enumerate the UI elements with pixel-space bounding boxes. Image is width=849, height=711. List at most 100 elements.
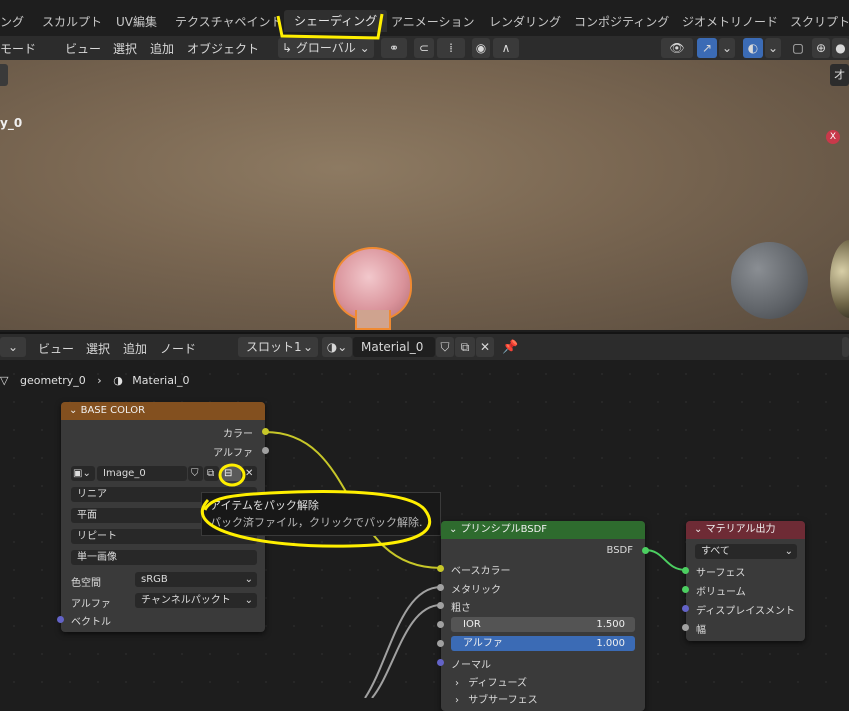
- input-normal-label: ノーマル: [451, 660, 491, 671]
- unlink-x-icon[interactable]: ✕: [242, 466, 257, 481]
- chevron-right-icon: ›: [455, 695, 459, 706]
- colorspace-dropdown[interactable]: sRGB ⌄: [135, 572, 257, 587]
- node-menu-node[interactable]: ノード: [160, 340, 196, 357]
- output-bsdf-label: BSDF: [606, 545, 633, 556]
- visibility-icon[interactable]: 👁: [661, 38, 693, 58]
- tab-rendering[interactable]: レンダリング: [489, 11, 561, 33]
- lookdev-sphere-diffuse: [731, 242, 808, 319]
- axis-x-gizmo[interactable]: X: [826, 130, 840, 144]
- tab-sculpt[interactable]: スカルプト: [42, 11, 102, 33]
- node-menu-add[interactable]: 追加: [123, 340, 147, 357]
- slot-label: スロット1: [246, 340, 302, 354]
- node-title: プリンシプルBSDF: [460, 524, 548, 535]
- alpha-mode-value: チャンネルパックト: [141, 595, 231, 606]
- fake-user-shield-icon[interactable]: ⛉: [188, 466, 203, 481]
- falloff-icon[interactable]: ∧: [493, 38, 519, 58]
- ior-slider[interactable]: IOR 1.500: [451, 617, 635, 632]
- tab-compositing[interactable]: コンポジティング: [574, 11, 669, 33]
- source-dropdown[interactable]: 単一画像: [71, 550, 257, 565]
- transform-orientation-dropdown[interactable]: ↳ グローバル ⌄: [278, 38, 374, 58]
- snap-target-icon[interactable]: ⁞: [437, 38, 465, 58]
- panel-subsurface[interactable]: › サブサーフェス: [455, 691, 538, 706]
- node-menu-view[interactable]: ビュー: [38, 340, 74, 357]
- menu-object[interactable]: オブジェクト: [187, 40, 259, 57]
- unpack-tooltip: アイテムをパック解除 パック済ファイル，クリックでパック解除.: [201, 492, 441, 536]
- duplicate-image-icon[interactable]: ⧉: [204, 466, 219, 481]
- node-editor-canvas[interactable]: ▽ geometry_0 › ◑ Material_0 ⌄ BASE COLOR…: [0, 360, 849, 711]
- input-normal-socket[interactable]: [437, 659, 444, 666]
- proportional-edit-icon[interactable]: ◉: [472, 38, 490, 58]
- image-browse-icon[interactable]: ▣⌄: [71, 466, 95, 481]
- menu-view[interactable]: ビュー: [65, 40, 101, 57]
- principled-bsdf-node[interactable]: ⌄ プリンシプルBSDF BSDF ベースカラー メタリック 粗さ IOR 1.…: [437, 521, 649, 711]
- input-basecolor-socket[interactable]: [437, 565, 444, 572]
- overlay-chevron-icon[interactable]: ⌄: [765, 38, 781, 58]
- alpha-slider[interactable]: アルファ 1.000: [451, 636, 635, 651]
- toolbar-toggle[interactable]: [0, 64, 8, 86]
- panel-diffuse[interactable]: › ディフューズ: [455, 674, 527, 689]
- input-volume-label: ボリューム: [696, 587, 746, 598]
- input-metallic-socket[interactable]: [437, 584, 444, 591]
- input-displacement-socket[interactable]: [682, 605, 689, 612]
- node-header: ⌄ プリンシプルBSDF: [441, 521, 645, 539]
- chevron-down-icon: ⌄: [244, 574, 253, 585]
- tab-shading[interactable]: シェーディング: [284, 10, 388, 32]
- unpack-item-icon[interactable]: ⊟: [221, 466, 241, 481]
- pin-icon[interactable]: 📌: [502, 340, 518, 355]
- tooltip-title: アイテムをパック解除: [210, 499, 319, 512]
- input-width-socket[interactable]: [682, 624, 689, 631]
- chevron-right-icon: ›: [455, 678, 459, 689]
- editor-type-dropdown[interactable]: ⌄: [0, 337, 26, 357]
- duplicate-material-icon[interactable]: ⧉: [455, 337, 475, 357]
- ior-value: 1.500: [596, 619, 625, 630]
- slot-dropdown[interactable]: スロット1 ⌄: [238, 337, 318, 357]
- input-roughness-socket[interactable]: [437, 602, 444, 609]
- tab-animation[interactable]: アニメーション: [391, 11, 475, 33]
- collapse-chevron-icon[interactable]: ⌄: [449, 524, 457, 535]
- tab-uv-editing[interactable]: UV編集: [116, 11, 157, 33]
- output-bsdf-socket[interactable]: [642, 547, 649, 554]
- alpha-mode-dropdown[interactable]: チャンネルパックト ⌄: [135, 593, 257, 608]
- target-dropdown[interactable]: すべて ⌄: [695, 544, 797, 559]
- input-ior-socket[interactable]: [437, 621, 444, 628]
- output-alpha-socket[interactable]: [262, 447, 269, 454]
- tab-geometry-nodes[interactable]: ジオメトリノード: [682, 11, 778, 33]
- material-browse-icon[interactable]: ◑⌄: [322, 337, 352, 357]
- xray-icon[interactable]: ▢: [790, 38, 806, 58]
- sidebar-toggle[interactable]: [842, 337, 849, 357]
- node-menu-select[interactable]: 選択: [86, 340, 110, 357]
- material-output-node[interactable]: ⌄ マテリアル出力 すべて ⌄ サーフェス ボリューム ディスプレイスメント 幅: [682, 521, 805, 641]
- input-vector-socket[interactable]: [57, 616, 64, 623]
- viewport-header: モード ビュー 選択 追加 オブジェクト ↳ グローバル ⌄ ⚭ ⊂ ⁞ ◉ ∧…: [0, 36, 849, 60]
- pivot-icon[interactable]: ⚭: [381, 38, 407, 58]
- tab-texture-paint[interactable]: テクスチャペイント: [175, 11, 283, 33]
- 3d-viewport[interactable]: y_0 オ X: [0, 60, 849, 330]
- options-button[interactable]: オ: [830, 64, 849, 86]
- gizmo-icon[interactable]: ↗: [697, 38, 717, 58]
- menu-add[interactable]: 追加: [150, 40, 174, 57]
- input-alpha-socket[interactable]: [437, 640, 444, 647]
- output-color-socket[interactable]: [262, 428, 269, 435]
- menu-select[interactable]: 選択: [113, 40, 137, 57]
- wireframe-shading-icon[interactable]: ⊕: [812, 38, 830, 58]
- workspace-tabs: ング スカルプト UV編集 テクスチャペイント シェーディング アニメーション …: [0, 0, 849, 36]
- input-vector-label: ベクトル: [71, 617, 111, 628]
- fake-user-shield-icon[interactable]: ⛉: [436, 337, 454, 357]
- tab-layout[interactable]: ング: [0, 11, 24, 33]
- material-name-field[interactable]: Material_0: [353, 337, 435, 357]
- tab-scripting[interactable]: スクリプト作: [790, 11, 849, 33]
- solid-shading-icon[interactable]: ●: [832, 38, 849, 58]
- unlink-x-icon[interactable]: ✕: [476, 337, 494, 357]
- collapse-chevron-icon[interactable]: ⌄: [69, 405, 77, 416]
- collapse-chevron-icon[interactable]: ⌄: [694, 524, 702, 535]
- input-surface-socket[interactable]: [682, 567, 689, 574]
- chevron-down-icon: ⌄: [244, 595, 253, 606]
- snap-icon[interactable]: ⊂: [414, 38, 434, 58]
- transform-orientation-label: グローバル: [295, 41, 356, 55]
- tooltip-description: パック済ファイル，クリックでパック解除.: [210, 516, 423, 529]
- gizmo-chevron-icon[interactable]: ⌄: [719, 38, 735, 58]
- input-volume-socket[interactable]: [682, 586, 689, 593]
- image-name-field[interactable]: Image_0: [97, 466, 187, 481]
- mode-dropdown[interactable]: モード: [0, 40, 36, 57]
- overlay-icon[interactable]: ◐: [743, 38, 763, 58]
